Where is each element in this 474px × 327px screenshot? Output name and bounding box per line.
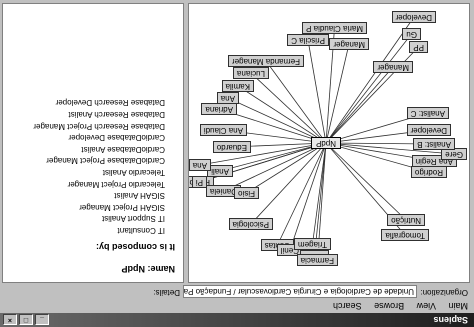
- list-item: CardioDatabase Developer: [68, 133, 166, 143]
- maximize-button[interactable]: □: [19, 314, 33, 325]
- graph-node[interactable]: Maria Claudia P: [302, 22, 367, 34]
- graph-center-node[interactable]: NpdP: [310, 137, 341, 149]
- details-name-label: Name:: [147, 264, 175, 274]
- graph-node[interactable]: Rodrigo: [410, 166, 447, 178]
- graph-node[interactable]: Ana: [216, 92, 239, 104]
- graph-edge: [312, 142, 327, 245]
- list-item: Telecardio Analist: [102, 168, 165, 178]
- graph-node[interactable]: Farmacia: [296, 254, 338, 266]
- organization-field[interactable]: Unidade de Cardiologia e Cirurgia Cardio…: [183, 285, 417, 298]
- details-panel: Name: NpdP It is composed by: IT Consult…: [2, 3, 184, 283]
- graph-node[interactable]: Kamila: [221, 80, 254, 92]
- list-item: Database Research Analist: [68, 110, 166, 120]
- list-item: IT Support Analist: [102, 214, 165, 224]
- graph-node[interactable]: Tomografia: [381, 229, 429, 241]
- list-item: SIGAH Analist: [114, 191, 165, 201]
- details-name-value: NpdP: [121, 264, 145, 274]
- graph-node[interactable]: Fernanda Manager: [227, 55, 304, 67]
- graph-node[interactable]: Priscila C: [287, 34, 329, 46]
- close-button[interactable]: ×: [3, 314, 17, 325]
- graph-edge: [250, 72, 327, 144]
- graph-node[interactable]: Fisio: [234, 187, 259, 199]
- list-item: CardioDatabase Project Manager: [46, 156, 165, 166]
- graph-edge: [325, 66, 394, 144]
- graph-edge: [265, 60, 327, 144]
- list-item: Database Research Project Manager: [33, 121, 165, 131]
- graph-node[interactable]: Eduardo: [212, 141, 251, 153]
- status-bar: Organization: Unidade de Cardiologia e C…: [2, 285, 472, 298]
- list-item: Telecardio Project Manager: [67, 179, 165, 189]
- graph-edge: [307, 39, 327, 144]
- graph-node[interactable]: Developer: [391, 11, 436, 23]
- graph-node[interactable]: Analist: B: [413, 138, 455, 150]
- graph-edge: [237, 85, 327, 144]
- list-item: CardioDatabase Analist: [81, 144, 165, 154]
- application-window: Sapiens _ □ × Main View Browse Search Or…: [0, 0, 474, 327]
- graph-node[interactable]: Adriana: [201, 103, 237, 115]
- graph-edge: [325, 16, 415, 144]
- menu-main[interactable]: Main: [448, 301, 468, 311]
- graph-node[interactable]: Analist: C: [406, 107, 449, 119]
- list-item: Database Research Developer: [55, 98, 165, 108]
- menu-browse[interactable]: Browse: [374, 301, 404, 311]
- menu-view[interactable]: View: [417, 301, 436, 311]
- minimize-button[interactable]: _: [35, 314, 49, 325]
- graph-node[interactable]: Ana Claudi: [199, 124, 247, 136]
- window-title: Sapiens: [433, 315, 468, 325]
- graph-node[interactable]: Triagem: [293, 238, 331, 250]
- list-item: IT Consultant: [117, 226, 165, 235]
- window-controls: _ □ ×: [3, 314, 49, 325]
- details-composed-label: It is composed by:: [95, 242, 175, 252]
- title-bar: Sapiens _ □ ×: [0, 313, 474, 327]
- graph-node[interactable]: Gu: [402, 28, 421, 40]
- list-item: SIGAH Project Manager: [79, 202, 165, 212]
- graph-node[interactable]: Manager: [329, 38, 369, 50]
- details-label: Details:: [153, 288, 180, 297]
- details-list: IT Consultant IT Support Analist SIGAH P…: [33, 97, 165, 236]
- organization-label: Organization:: [420, 288, 468, 297]
- graph-node[interactable]: PP: [409, 41, 428, 53]
- details-name-row: Name: NpdP: [121, 264, 175, 274]
- graph-node[interactable]: Developer: [406, 124, 451, 136]
- graph-node[interactable]: Manager: [373, 61, 413, 73]
- hyperbolic-graph-panel[interactable]: NpdP Rodrigo Ana Regin Gere Analist: B D…: [188, 3, 470, 283]
- graph-node[interactable]: Luciana: [232, 67, 269, 79]
- graph-node[interactable]: Psicologia: [228, 218, 273, 230]
- graph-node[interactable]: Ana: [188, 159, 211, 171]
- graph-node[interactable]: Nutrição: [387, 214, 425, 226]
- menu-search[interactable]: Search: [333, 301, 362, 311]
- menu-bar: Main View Browse Search: [0, 300, 474, 312]
- graph-node[interactable]: Pi: [191, 176, 207, 188]
